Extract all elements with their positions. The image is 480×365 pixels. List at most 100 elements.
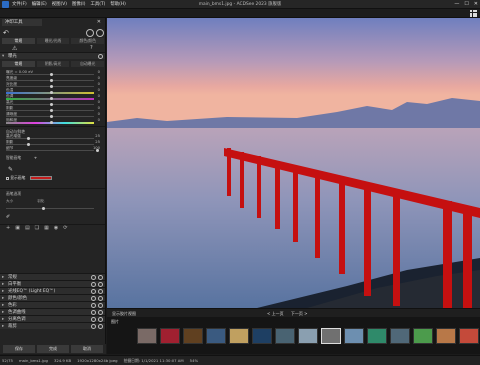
brush-tool-icon[interactable]: ✎ xyxy=(8,166,13,173)
app-icon xyxy=(2,0,9,8)
done-button[interactable]: 完成 xyxy=(37,345,69,353)
filmstrip-thumbnail[interactable] xyxy=(436,328,456,344)
image-viewer[interactable] xyxy=(107,18,480,308)
filmstrip-thumbnail[interactable] xyxy=(160,328,180,344)
filmstrip-label: 显示胶片视图 xyxy=(112,311,136,316)
slider-value: 0 xyxy=(97,93,100,98)
filmstrip-thumbnail[interactable] xyxy=(137,328,157,344)
status-filename: main_bms1.jpg xyxy=(18,358,48,363)
status-dimensions: 1920x1280x24b jpeg xyxy=(77,358,118,363)
filmstrip-bar: 显示胶片视图 < 上一页 下一页 > xyxy=(107,308,480,317)
section-light-eq[interactable]: 光线EQ™ (Light EQ™) xyxy=(0,287,105,295)
eyedropper-icon[interactable]: ✐ xyxy=(6,214,10,220)
develop-panel: 冲印工具 ✕ ↶ 常规 曝光/光线 颜色/颜色 ⚠ ? 曝光 常规 阴影/高光 … xyxy=(0,18,106,344)
eye-icon[interactable]: ◉ xyxy=(54,225,58,232)
help-icon[interactable]: ? xyxy=(90,45,93,51)
tab-color[interactable]: 颜色/颜色 xyxy=(71,38,105,44)
next-page-link[interactable]: 下一页 > xyxy=(291,311,308,316)
pin-icon[interactable]: ✕ xyxy=(97,19,101,25)
undo-icon[interactable]: ↶ xyxy=(3,29,9,37)
slider-value: 0 xyxy=(97,105,100,110)
settings-icon[interactable] xyxy=(96,29,104,37)
tab-exposure[interactable]: 曝光/光线 xyxy=(36,38,70,44)
save-button[interactable]: 保存 xyxy=(3,345,35,353)
filmstrip-thumbnail[interactable] xyxy=(321,328,341,344)
filmstrip-thumbnail[interactable] xyxy=(252,328,272,344)
lake-photo xyxy=(107,18,480,308)
delete-icon[interactable]: ▦ xyxy=(44,225,49,232)
menu-file[interactable]: 文件(F) xyxy=(12,1,27,7)
section-split-tone[interactable]: 分离色调 xyxy=(0,315,105,323)
grid-view-icon[interactable] xyxy=(470,10,477,17)
slider-detail[interactable]: 细节 100 xyxy=(4,146,102,152)
filmstrip-thumbnail[interactable] xyxy=(344,328,364,344)
copy-icon[interactable]: ❏ xyxy=(35,225,39,232)
filmstrip-thumbnail[interactable] xyxy=(229,328,249,344)
warning-icon: ⚠ xyxy=(12,45,18,52)
slider-value: 0 xyxy=(97,111,100,116)
slider-value: 25 xyxy=(95,133,100,138)
add-icon[interactable]: + xyxy=(6,225,10,232)
section-color[interactable]: 颜色/颜色 xyxy=(0,294,105,302)
tab-general[interactable]: 常规 xyxy=(2,38,35,44)
filmstrip-thumbnail[interactable] xyxy=(206,328,226,344)
gradient-icon[interactable]: ▤ xyxy=(25,225,30,232)
filmstrip-thumbnail[interactable] xyxy=(390,328,410,344)
paint-icon[interactable]: ▣ xyxy=(15,225,20,232)
slider-value: 0 xyxy=(97,117,100,122)
filmstrip: 图片 xyxy=(107,317,480,354)
slider-value: 0 xyxy=(97,69,100,74)
filmstrip-thumbnail[interactable] xyxy=(275,328,295,344)
brush-icon[interactable]: ⌖ xyxy=(34,155,36,160)
slider-value: 25 xyxy=(95,139,100,144)
section-exposure[interactable]: 曝光 xyxy=(0,52,105,60)
smart-brush-label: 智能画笔 xyxy=(6,155,22,160)
show-mask-label: 显示画笔 xyxy=(10,175,26,180)
slider-value: 0 xyxy=(97,87,100,92)
section-tint[interactable]: 色彩 xyxy=(0,301,105,309)
folder-label: 图片 xyxy=(111,319,119,324)
toolbar xyxy=(0,9,480,18)
section-crop[interactable]: 裁剪 xyxy=(0,322,105,330)
mask-color-swatch[interactable] xyxy=(29,176,52,180)
maximize-icon[interactable]: ☐ xyxy=(464,1,468,7)
panel-actions: 保存 完成 取消 xyxy=(0,344,106,354)
prev-page-link[interactable]: < 上一页 xyxy=(267,311,284,316)
menu-help[interactable]: 帮助(H) xyxy=(110,1,126,7)
filmstrip-thumbnail[interactable] xyxy=(183,328,203,344)
menu-tools[interactable]: 工具(T) xyxy=(90,1,105,7)
slider-brush-size[interactable] xyxy=(4,204,102,210)
menu-edit[interactable]: 编辑(E) xyxy=(32,1,47,7)
slider-saturation[interactable]: 饱和度 0 xyxy=(4,118,102,124)
status-date: 拍摄日期: 1/1/2021 11:30:07 AM xyxy=(123,358,184,363)
exposure-tab-shadow[interactable]: 阴影/高光 xyxy=(36,61,70,67)
rotate-icon[interactable] xyxy=(86,29,94,37)
brush-options-label: 画笔选项 xyxy=(6,191,22,196)
close-icon[interactable]: ✕ xyxy=(474,1,478,7)
refresh-icon[interactable]: ⟳ xyxy=(63,225,67,232)
panel-tab[interactable]: 冲印工具 xyxy=(2,19,42,26)
menu-image[interactable]: 图像(I) xyxy=(72,1,86,7)
section-general[interactable]: 常规 xyxy=(0,273,105,281)
slider-value: 0 xyxy=(97,75,100,80)
slider-value: 0 xyxy=(97,81,100,86)
minimize-icon[interactable]: — xyxy=(454,1,459,7)
status-bar: 52/75 main_bms1.jpg 324.9 KB 1920x1280x2… xyxy=(0,355,480,365)
section-white-balance[interactable]: 白平衡 xyxy=(0,280,105,288)
filmstrip-thumbnail[interactable] xyxy=(298,328,318,344)
filmstrip-thumbnail[interactable] xyxy=(459,328,479,344)
exposure-tab-general[interactable]: 常规 xyxy=(2,61,35,67)
filmstrip-thumbnail[interactable] xyxy=(367,328,387,344)
status-index: 52/75 xyxy=(2,358,13,363)
slider-value: 0 xyxy=(97,99,100,104)
title-bar: 文件(F) 编辑(E) 视图(V) 图像(I) 工具(T) 帮助(H) main… xyxy=(0,0,480,9)
cancel-button[interactable]: 取消 xyxy=(71,345,103,353)
section-tone-curve[interactable]: 色调曲线 xyxy=(0,308,105,316)
exposure-tab-auto[interactable]: 自动曝光 xyxy=(71,61,105,67)
filmstrip-thumbnail[interactable] xyxy=(413,328,433,344)
show-mask-checkbox[interactable] xyxy=(6,176,9,180)
status-zoom: 54% xyxy=(189,358,199,363)
menu-view[interactable]: 视图(V) xyxy=(52,1,67,7)
status-filesize: 324.9 KB xyxy=(53,358,72,363)
sliders-group: 曝光 = 0.00 eV 0 亮度级 0 对比度 0 色温 0 色调 0 高光 0 阴影 0 … xyxy=(0,69,105,124)
